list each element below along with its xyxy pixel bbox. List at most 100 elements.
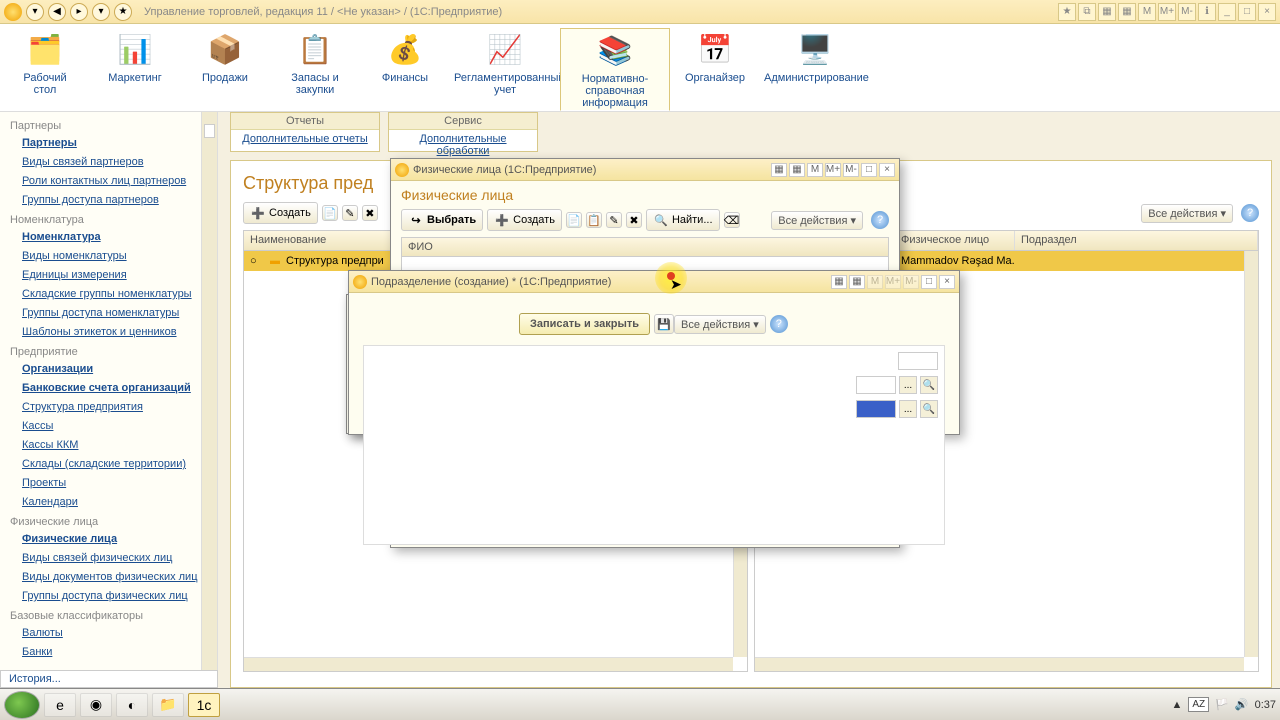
sidebar-item[interactable]: Шаблоны этикеток и ценников [0,323,217,342]
select-icon[interactable]: ... [899,376,917,394]
sidebar-item[interactable]: Физические лица [0,530,217,549]
clock[interactable]: 0:37 [1255,699,1276,711]
m-minus-icon[interactable]: M- [1178,3,1196,21]
tool-icon[interactable]: ▦ [1098,3,1116,21]
sidebar-item[interactable]: Банковские счета организаций [0,379,217,398]
all-actions-button[interactable]: Все действия ▾ [674,315,766,334]
tool-icon[interactable]: ▦ [789,163,805,177]
sidebar-item[interactable]: Кассы ККМ [0,436,217,455]
min-icon[interactable]: _ [1218,3,1236,21]
sidebar-item[interactable]: Роли контактных лиц партнеров [0,172,217,191]
close-icon[interactable]: × [879,163,895,177]
help-icon[interactable]: ? [770,315,788,333]
delete-button[interactable]: ✖ [362,205,378,221]
close-icon[interactable]: × [939,275,955,289]
sidebar-item[interactable]: Номенклатура [0,228,217,247]
sidebar-item[interactable]: Проекты [0,474,217,493]
create-button[interactable]: ➕Создать [243,202,318,224]
tray-icon[interactable]: ▲ [1172,699,1183,711]
sidebar-item[interactable]: Кассы [0,417,217,436]
delete-button[interactable]: ✖ [626,212,642,228]
lookup-icon[interactable]: 🔍 [920,376,938,394]
explorer-icon[interactable]: 📁 [152,693,184,717]
m-plus-icon[interactable]: M+ [825,163,841,177]
tool-icon[interactable]: ★ [1058,3,1076,21]
subtab-link[interactable]: Дополнительные обработки [389,130,537,160]
sidebar-item[interactable]: Виды номенклатуры [0,247,217,266]
scrollbar[interactable] [755,657,1244,671]
tool-button[interactable]: 📋 [586,212,602,228]
section-admin[interactable]: 🖥️Администрирование [760,28,870,111]
sidebar-item[interactable]: Виды документов физических лиц [0,568,217,587]
edit-button[interactable]: ✎ [606,212,622,228]
column-header[interactable]: Физическое лицо [895,231,1015,250]
section-organizer[interactable]: 📅Органайзер [670,28,760,111]
select-button[interactable]: ↪Выбрать [401,209,483,231]
tray-icon[interactable]: 🏳️ [1215,698,1229,711]
sidebar-item[interactable]: Складские группы номенклатуры [0,285,217,304]
text-input[interactable] [856,376,896,394]
help-icon[interactable]: ? [1241,204,1259,222]
ie-icon[interactable]: e [44,693,76,717]
sidebar-item[interactable]: Организации [0,360,217,379]
clear-find-button[interactable]: ⌫ [724,212,740,228]
save-icon[interactable]: 💾 [654,314,674,334]
sidebar-item[interactable]: Структура предприятия [0,398,217,417]
sidebar-item[interactable]: Календари [0,493,217,512]
max-icon[interactable]: □ [1238,3,1256,21]
section-marketing[interactable]: 📊Маркетинг [90,28,180,111]
info-icon[interactable]: ℹ [1198,3,1216,21]
sidebar-item[interactable]: Склады (складские территории) [0,455,217,474]
tool-icon[interactable]: ⧉ [1078,3,1096,21]
sidebar-item[interactable]: Группы доступа номенклатуры [0,304,217,323]
tool-icon[interactable]: ▦ [771,163,787,177]
m-icon[interactable]: M [807,163,823,177]
section-sales[interactable]: 📦Продажи [180,28,270,111]
modal-titlebar[interactable]: Физические лица (1С:Предприятие) ▦ ▦ M M… [391,159,899,181]
favorite-icon[interactable]: ★ [114,3,132,21]
edit-button[interactable]: ✎ [342,205,358,221]
app-icon[interactable]: ◐ [116,693,148,717]
sidebar-item[interactable]: Банки [0,643,217,662]
tool-icon[interactable]: ▦ [831,275,847,289]
section-regaccount[interactable]: 📈Регламентированный учет [450,28,560,111]
tool-icon[interactable]: ▦ [849,275,865,289]
lang-indicator[interactable]: AZ [1188,697,1209,712]
text-input[interactable] [898,352,938,370]
sidebar-scrollbar[interactable] [201,112,217,672]
sidebar-item[interactable]: Группы доступа партнеров [0,191,217,210]
section-stock[interactable]: 📋Запасы и закупки [270,28,360,111]
max-icon[interactable]: □ [921,275,937,289]
copy-button[interactable]: 📄 [322,205,338,221]
create-button[interactable]: ➕Создать [487,209,562,231]
nav-menu-icon[interactable]: ▾ [92,3,110,21]
text-input[interactable] [856,400,896,418]
section-desktop[interactable]: 🗂️Рабочий стол [0,28,90,111]
sidebar-item[interactable]: Единицы измерения [0,266,217,285]
find-button[interactable]: 🔍Найти... [646,209,720,231]
nav-fwd-icon[interactable]: ▸ [70,3,88,21]
dropdown-icon[interactable]: ▾ [26,3,44,21]
section-reference[interactable]: 📚Нормативно-справочная информация [560,28,670,111]
nav-back-icon[interactable]: ◀ [48,3,66,21]
tool-icon[interactable]: ▦ [1118,3,1136,21]
sidebar-item[interactable]: Партнеры [0,134,217,153]
copy-button[interactable]: 📄 [566,212,582,228]
app-logo-icon[interactable] [4,3,22,21]
scrollbar[interactable] [1244,251,1258,657]
modal-titlebar[interactable]: Подразделение (создание) * (1С:Предприят… [349,271,959,293]
lookup-icon[interactable]: 🔍 [920,400,938,418]
sidebar-item[interactable]: Виды связей партнеров [0,153,217,172]
m-icon[interactable]: M [1138,3,1156,21]
close-icon[interactable]: × [1258,3,1276,21]
select-icon[interactable]: ... [899,400,917,418]
m-plus-icon[interactable]: M+ [1158,3,1176,21]
1c-icon[interactable]: 1c [188,693,220,717]
max-icon[interactable]: □ [861,163,877,177]
sidebar-item[interactable]: Валюты [0,624,217,643]
save-close-button[interactable]: Записать и закрыть [519,313,650,335]
start-button[interactable] [4,691,40,719]
all-actions-button[interactable]: Все действия ▾ [1141,204,1233,223]
sidebar-item[interactable]: Группы доступа физических лиц [0,587,217,606]
subtab-link[interactable]: Дополнительные отчеты [231,130,379,148]
